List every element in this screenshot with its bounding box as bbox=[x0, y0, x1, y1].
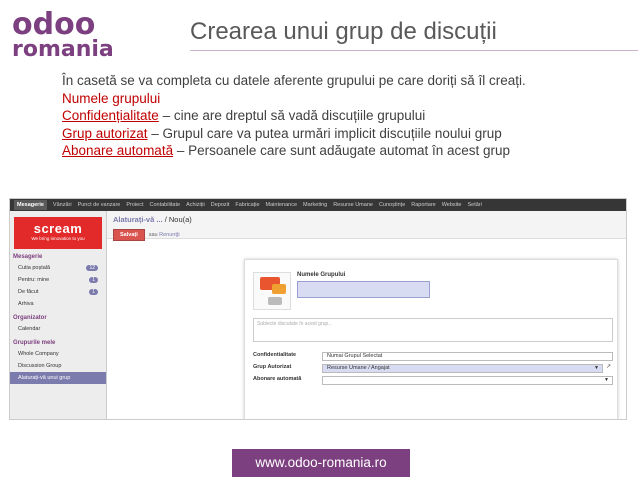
confidentiality-value: Numai Grupul Selectat bbox=[327, 353, 383, 359]
sidebar: scream We bring innovation to you Mesage… bbox=[10, 211, 107, 419]
title-underline bbox=[190, 50, 638, 51]
sidebar-item-label: Cutia poștală bbox=[18, 265, 51, 271]
sidebar-item-inbox[interactable]: Cutia poștală 12 bbox=[10, 262, 106, 274]
form-buttons: Salvați sau Renunțți bbox=[113, 229, 620, 241]
menu-item-cunostinte[interactable]: Cunoștințe bbox=[379, 202, 405, 208]
sidebar-item-to-me[interactable]: Pentru: mine 1 bbox=[10, 274, 106, 286]
count-badge: 1 bbox=[89, 289, 98, 295]
menu-item-marketing[interactable]: Marketing bbox=[303, 202, 327, 208]
menu-item-fabricatie[interactable]: Fabricație bbox=[235, 202, 259, 208]
desc-confidentiality: – cine are dreptul să vadă discuțiile gr… bbox=[158, 108, 426, 123]
company-logo: scream We bring innovation to you bbox=[14, 217, 102, 249]
term-authorized-group: Grup autorizat bbox=[62, 125, 148, 141]
or-label: sau bbox=[148, 232, 158, 238]
sidebar-heading-mesagerie: Mesagerie bbox=[13, 254, 43, 260]
sidebar-item-join-group[interactable]: Alaturați-vă unui grup bbox=[10, 372, 106, 384]
chat-bubble-icon bbox=[268, 297, 282, 305]
sidebar-item-label: Whole Company bbox=[18, 351, 59, 357]
description-textarea[interactable]: Subiecte discutate în acest grup... bbox=[253, 318, 613, 342]
sidebar-heading-my-groups: Grupurile mele bbox=[13, 340, 56, 346]
odoo-romania-logo: odoo romania bbox=[12, 7, 114, 68]
breadcrumb: Alaturați-vă ... / Nou(a) bbox=[113, 215, 620, 224]
chevron-down-icon[interactable]: ▼ bbox=[604, 377, 609, 384]
menu-item-proiect[interactable]: Proiect bbox=[126, 202, 143, 208]
menu-item-mesagerie[interactable]: Mesagerie bbox=[14, 200, 47, 210]
group-image[interactable] bbox=[253, 272, 291, 310]
menu-item-raportare[interactable]: Raportare bbox=[411, 202, 435, 208]
breadcrumb-current: / Nou(a) bbox=[164, 215, 192, 224]
sidebar-item-label: Pentru: mine bbox=[18, 277, 50, 283]
sidebar-item-label: Discussion Group bbox=[18, 363, 62, 369]
count-badge: 1 bbox=[89, 277, 98, 283]
auto-subscribe-label: Abonare automată bbox=[253, 376, 302, 382]
menu-item-contabilitate[interactable]: Contabilitate bbox=[150, 202, 181, 208]
menu-item-depozit[interactable]: Depozit bbox=[211, 202, 230, 208]
or-discard: sau Renunțți bbox=[149, 232, 180, 238]
confidentiality-label: Confidentialitate bbox=[253, 352, 297, 358]
intro-line1: În casetă se va completa cu datele afere… bbox=[62, 73, 526, 88]
authorized-group-value: Resurse Umane / Angajat bbox=[327, 365, 390, 371]
discard-button[interactable]: Renunțți bbox=[159, 232, 180, 238]
intro-text: În casetă se va completa cu datele afere… bbox=[62, 72, 526, 160]
menu-item-maintenance[interactable]: Maintenance bbox=[266, 202, 298, 208]
confidentiality-select[interactable]: Numai Grupul Selectat bbox=[322, 352, 613, 361]
sidebar-item-todo[interactable]: De făcut 1 bbox=[10, 286, 106, 298]
view-header: Alaturați-vă ... / Nou(a) Salvați sau Re… bbox=[107, 211, 626, 241]
chevron-down-icon[interactable]: ▼ bbox=[594, 365, 599, 372]
sidebar-item-label: Calendar bbox=[18, 326, 41, 332]
group-name-input[interactable] bbox=[297, 281, 430, 298]
auto-subscribe-select[interactable]: ▼ bbox=[322, 376, 613, 385]
external-link-icon[interactable]: ↗ bbox=[606, 363, 611, 370]
sidebar-item-calendar[interactable]: Calendar bbox=[10, 323, 106, 335]
menu-item-vanzari[interactable]: Vânzări bbox=[53, 202, 72, 208]
term-confidentiality: Confidențialitate bbox=[62, 108, 159, 123]
save-button[interactable]: Salvați bbox=[113, 229, 145, 241]
logo-line1: odoo bbox=[12, 7, 96, 42]
sidebar-item-discussion-group[interactable]: Discussion Group bbox=[10, 360, 106, 372]
main-content: Alaturați-vă ... / Nou(a) Salvați sau Re… bbox=[107, 211, 626, 419]
top-menu-bar: Mesagerie Vânzări Punct de vanzare Proie… bbox=[10, 199, 626, 211]
breadcrumb-link[interactable]: Alaturați-vă ... bbox=[113, 215, 163, 224]
slide-title: Crearea unui grup de discuții bbox=[190, 18, 497, 45]
chat-bubble-icon bbox=[272, 284, 286, 294]
count-badge: 12 bbox=[86, 265, 98, 271]
menu-item-achizitii[interactable]: Achiziții bbox=[186, 202, 205, 208]
sidebar-item-label: De făcut bbox=[18, 289, 39, 295]
sidebar-item-label: Arhiva bbox=[18, 301, 34, 307]
menu-item-website[interactable]: Website bbox=[442, 202, 462, 208]
sidebar-item-archive[interactable]: Arhiva bbox=[10, 298, 106, 310]
desc-authorized-group: – Grupul care va putea urmări implicit d… bbox=[147, 125, 502, 141]
desc-auto-subscribe: – Persoanele care sunt adăugate automat … bbox=[173, 143, 511, 158]
authorized-group-select[interactable]: Resurse Umane / Angajat ▼ bbox=[322, 364, 603, 373]
term-group-name: Numele grupului bbox=[62, 90, 161, 106]
menu-item-setari[interactable]: Setări bbox=[468, 202, 482, 208]
company-tagline: We bring innovation to you bbox=[31, 236, 85, 241]
form-sheet: Numele Grupului Subiecte discutate în ac… bbox=[244, 259, 618, 419]
term-auto-subscribe: Abonare automată bbox=[62, 143, 174, 158]
sidebar-item-label: Alaturați-vă unui grup bbox=[18, 375, 71, 381]
menu-item-resurse-umane[interactable]: Resurse Umane bbox=[333, 202, 373, 208]
sidebar-item-whole-company[interactable]: Whole Company bbox=[10, 348, 106, 360]
website-url: www.odoo-romania.ro bbox=[232, 449, 410, 477]
sidebar-heading-organizator: Organizator bbox=[13, 315, 47, 321]
group-name-label: Numele Grupului bbox=[297, 272, 346, 278]
menu-item-pos[interactable]: Punct de vanzare bbox=[78, 202, 121, 208]
odoo-screenshot: Mesagerie Vânzări Punct de vanzare Proie… bbox=[9, 198, 627, 420]
company-name: scream bbox=[33, 221, 83, 236]
logo-line2: romania bbox=[12, 37, 114, 62]
authorized-group-label: Grup Autorizat bbox=[253, 364, 292, 370]
